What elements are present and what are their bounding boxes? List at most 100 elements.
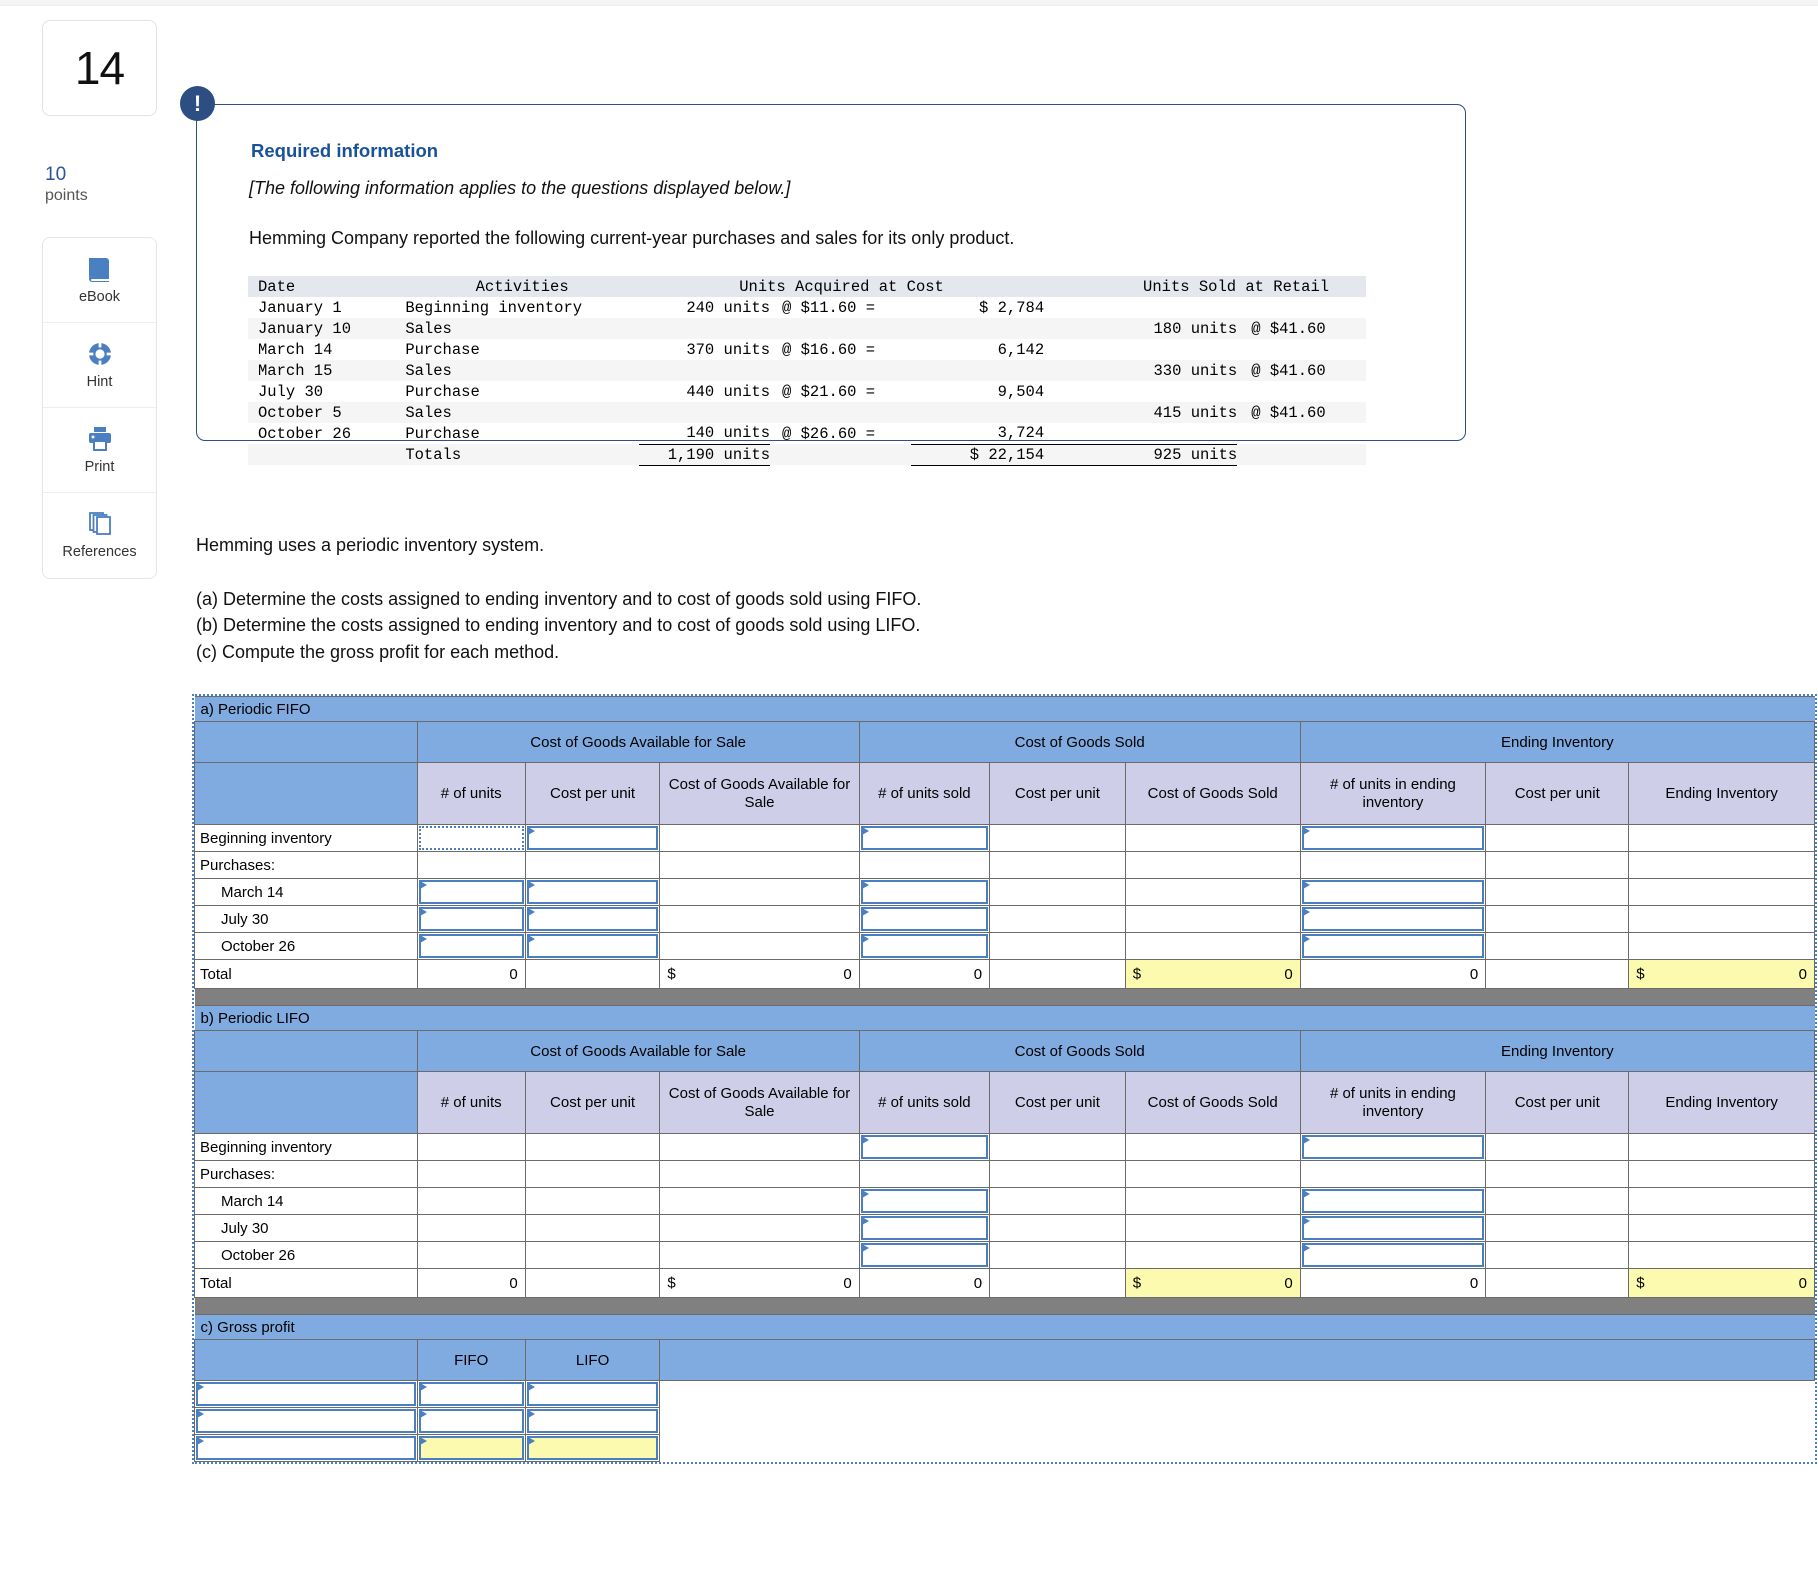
lifo-march-units-ending-input[interactable] (1299, 1187, 1487, 1215)
fifo-total-units-sold: 0 (858, 959, 991, 989)
lifo-march-units-sold-input[interactable] (858, 1187, 991, 1215)
lifo-total-units: 0 (416, 1268, 526, 1298)
fifo-beginning-units-sold-input[interactable] (858, 824, 991, 852)
lifo-label-beginning: Beginning inventory (194, 1133, 418, 1161)
fifo-october-units-sold-input[interactable] (858, 932, 991, 960)
fifo-july-units-ending-input[interactable] (1299, 905, 1487, 933)
lifo-grossprofit-separator (194, 1297, 1815, 1315)
gross-profit-row-2 (194, 1407, 1815, 1435)
lifo-sub-units-ending: # of units in ending inventory (1299, 1071, 1487, 1134)
references-label: References (62, 544, 137, 561)
lifo-row-total: Total 0 $ 0 0 $ 0 0 $ 0 (194, 1268, 1815, 1298)
lifo-october-units-sold-input[interactable] (858, 1241, 991, 1269)
points-block: 10 points (42, 164, 157, 207)
gross-profit-row-1 (194, 1380, 1815, 1408)
lifo-label-july: July 30 (194, 1214, 418, 1242)
lifo-total-cogs-cpu (989, 1268, 1126, 1298)
col-activities: Activities (475, 277, 569, 296)
required-information-note: [The following information applies to th… (249, 178, 791, 198)
fifo-july-cpu-input[interactable] (524, 905, 661, 933)
gp-row3-lifo-input[interactable] (524, 1434, 661, 1462)
gp-row2-lifo-input[interactable] (524, 1407, 661, 1435)
fifo-march-units-ending-input[interactable] (1299, 878, 1487, 906)
print-label: Print (84, 458, 115, 475)
fifo-sub-units-sold: # of units sold (858, 762, 991, 825)
gp-row3-fifo-input[interactable] (416, 1434, 526, 1462)
fifo-label-july: July 30 (194, 905, 418, 933)
gp-row1-fifo-input[interactable] (416, 1380, 526, 1408)
fifo-total-cogs-value: 0 (1284, 965, 1293, 983)
print-button[interactable]: Print (43, 407, 156, 493)
fifo-march-units-input[interactable] (416, 878, 526, 906)
fifo-beginning-units-ending-input[interactable] (1299, 824, 1487, 852)
lifo-total-ending-value: 0 (1798, 1274, 1807, 1292)
fifo-total-ending-inventory: $ 0 (1628, 959, 1815, 989)
fifo-section-title-row: a) Periodic FIFO (194, 696, 1815, 722)
table-row: January 1 Beginning inventory 240 units … (258, 298, 1045, 317)
fifo-label-october: October 26 (194, 932, 418, 960)
fifo-october-units-input[interactable] (416, 932, 526, 960)
ebook-button[interactable]: eBook (43, 237, 156, 323)
gp-row2-label-input[interactable] (194, 1407, 418, 1435)
tool-stack: eBook Hint Print References (42, 236, 157, 579)
totals-units: 1,190 units (638, 444, 771, 466)
gp-row1-lifo-input[interactable] (524, 1380, 661, 1408)
fifo-july-units-sold-input[interactable] (858, 905, 991, 933)
fifo-sub-ending-inventory: Ending Inventory (1628, 762, 1815, 825)
lifo-october-units-ending-input[interactable] (1299, 1241, 1487, 1269)
table-row: January 10 Sales 180 units @ $41.60 (248, 318, 1366, 339)
fifo-beginning-cogs-cpu-cell (989, 824, 1126, 852)
fifo-group-ending: Ending Inventory (1299, 721, 1816, 763)
fifo-corner-cell (194, 721, 418, 763)
worksheet-grid: a) Periodic FIFO Cost of Goods Available… (194, 696, 1816, 1462)
fifo-march-units-sold-input[interactable] (858, 878, 991, 906)
fifo-july-units-input[interactable] (416, 905, 526, 933)
table-row: July 30 Purchase 440 units @ $21.60 = 9,… (258, 382, 1045, 401)
lifo-beginning-units-ending-input[interactable] (1299, 1133, 1487, 1161)
lifo-total-units-ending: 0 (1299, 1268, 1487, 1298)
fifo-total-cogs: $ 0 (1124, 959, 1301, 989)
fifo-total-units: 0 (416, 959, 526, 989)
fifo-march-cpu-input[interactable] (524, 878, 661, 906)
fifo-label-purchases: Purchases: (194, 851, 418, 879)
fifo-beginning-units-input[interactable] (416, 824, 526, 852)
fifo-group-cogs: Cost of Goods Sold (858, 721, 1301, 763)
gp-row3-label-input[interactable] (194, 1434, 418, 1462)
question-number: 14 (74, 42, 125, 94)
fifo-row-october: October 26 (194, 932, 1815, 960)
fifo-beginning-cogafs-cell (659, 824, 860, 852)
lifo-july-units-ending-input[interactable] (1299, 1214, 1487, 1242)
requirements-list: (a) Determine the costs assigned to endi… (196, 586, 921, 665)
fifo-october-units-ending-input[interactable] (1299, 932, 1487, 960)
lifo-row-march: March 14 (194, 1187, 1815, 1215)
references-button[interactable]: References (43, 492, 156, 578)
points-value: 10 (45, 164, 67, 185)
lifo-total-cogafs: $ 0 (659, 1268, 860, 1298)
table-row: March 14 Purchase 370 units @ $16.60 = 6… (258, 340, 1045, 359)
fifo-october-cpu-input[interactable] (524, 932, 661, 960)
table-row: October 26 Purchase 140 units @ $26.60 =… (248, 423, 1366, 445)
fifo-beginning-ending-inv-cell (1628, 824, 1815, 852)
lifo-sub-cost-per-unit-3: Cost per unit (1485, 1071, 1630, 1134)
lifo-total-cogs-dollar: $ (1132, 1274, 1142, 1292)
fifo-row-total: Total 0 $ 0 0 $ 0 0 $ 0 (194, 959, 1815, 989)
fifo-sub-header-row: # of units Cost per unit Cost of Goods A… (194, 762, 1815, 825)
gp-row2-fifo-input[interactable] (416, 1407, 526, 1435)
fifo-total-cogs-cpu (989, 959, 1126, 989)
fifo-total-cogs-dollar: $ (1132, 965, 1142, 983)
lifo-label-purchases: Purchases: (194, 1160, 418, 1188)
lifo-july-units-sold-input[interactable] (858, 1214, 991, 1242)
lifo-sub-units: # of units (416, 1071, 526, 1134)
fifo-total-ending-value: 0 (1798, 965, 1807, 983)
periodic-statement: Hemming uses a periodic inventory system… (196, 535, 545, 555)
lifo-total-cpu (524, 1268, 661, 1298)
hint-button[interactable]: Hint (43, 322, 156, 408)
lifo-sub-ending-inventory: Ending Inventory (1628, 1071, 1815, 1134)
lifo-sub-header-row: # of units Cost per unit Cost of Goods A… (194, 1071, 1815, 1134)
purchases-sales-table: Date Activities Units Acquired at Cost U… (248, 276, 1366, 466)
col-units-sold: Units Sold at Retail (1143, 277, 1330, 296)
lifo-beginning-units-sold-input[interactable] (858, 1133, 991, 1161)
fifo-beginning-cpu-input[interactable] (524, 824, 661, 852)
ebook-label: eBook (78, 288, 121, 305)
gp-row1-label-input[interactable] (194, 1380, 418, 1408)
